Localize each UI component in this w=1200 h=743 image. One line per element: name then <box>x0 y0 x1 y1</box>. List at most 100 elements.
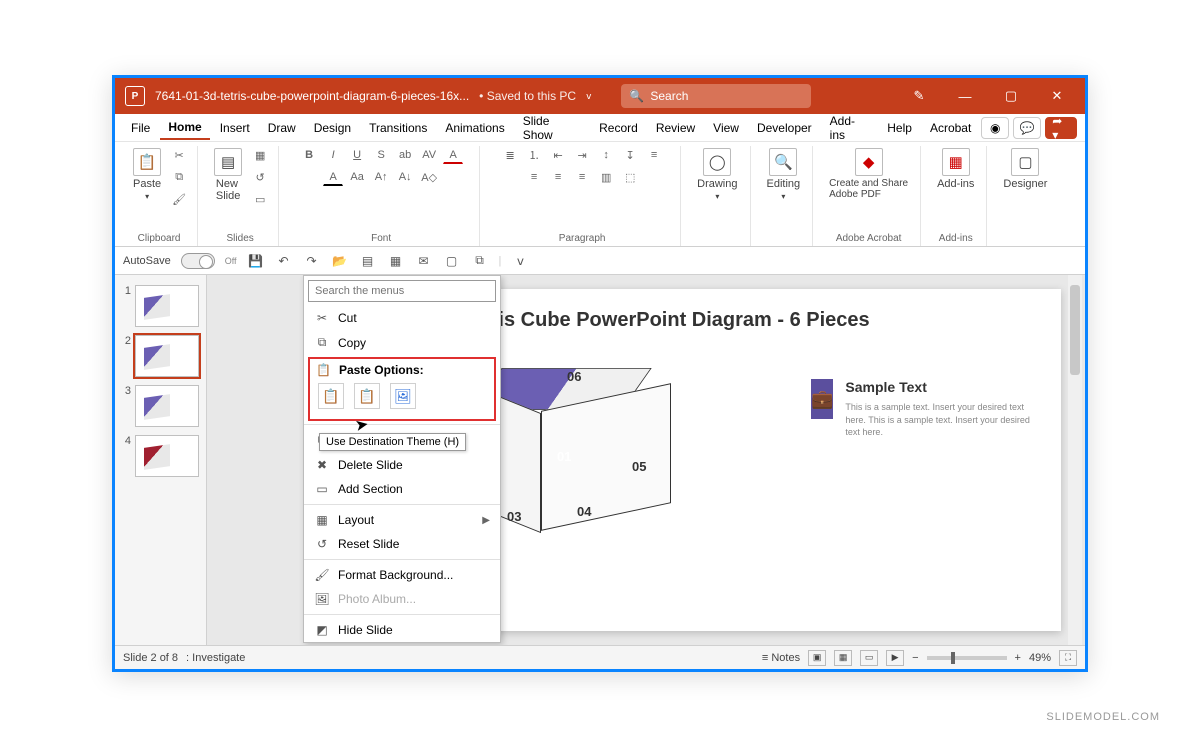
tab-record[interactable]: Record <box>591 117 646 139</box>
search-box[interactable]: 🔍 <box>621 84 811 108</box>
align-center-button[interactable]: ≡ <box>524 168 544 186</box>
slideshow-view-button[interactable]: ▶ <box>886 650 904 666</box>
tab-file[interactable]: File <box>123 117 158 139</box>
mail-icon[interactable]: ✉ <box>415 252 433 270</box>
zoom-in-button[interactable]: + <box>1015 652 1021 664</box>
thumbnail-1[interactable]: 1 <box>115 281 206 331</box>
tab-view[interactable]: View <box>705 117 747 139</box>
numbering-button[interactable]: ⒈ <box>524 146 544 164</box>
paste-button[interactable]: 📋Paste▾ <box>129 146 165 208</box>
columns-button[interactable]: ▥ <box>596 168 616 186</box>
new-slide-button[interactable]: ▤New Slide <box>210 146 246 208</box>
drawing-button[interactable]: ◯Drawing▾ <box>693 146 741 203</box>
thumbnail-4[interactable]: 4 <box>115 431 206 481</box>
slide-thumb-icon[interactable]: ▤ <box>359 252 377 270</box>
layout-icon-qat[interactable]: ▢ <box>443 252 461 270</box>
maximize-button[interactable]: ▢ <box>993 78 1029 114</box>
underline-button[interactable]: U <box>347 146 367 164</box>
align-left-button[interactable]: ≡ <box>644 146 664 164</box>
strike-button[interactable]: S <box>371 146 391 164</box>
section-icon[interactable]: ▭ <box>250 190 270 208</box>
indent-inc-button[interactable]: ⇥ <box>572 146 592 164</box>
accessibility-status[interactable]: : Investigate <box>186 652 245 664</box>
paste-keep-source-formatting[interactable]: 📋 <box>354 383 380 409</box>
redo-icon[interactable]: ↷ <box>303 252 321 270</box>
zoom-level[interactable]: 49% <box>1029 652 1051 664</box>
shrink-font-button[interactable]: A↓ <box>395 168 415 186</box>
copy-icon[interactable]: ⧉ <box>169 168 189 186</box>
adobe-pdf-button[interactable]: ◆Create and Share Adobe PDF <box>825 146 912 202</box>
format-painter-icon[interactable]: 🖌 <box>169 190 189 208</box>
addins-button[interactable]: ▦Add-ins <box>933 146 978 192</box>
slide-canvas[interactable]: 3D Tetris Cube PowerPoint Diagram - 6 Pi… <box>207 275 1085 645</box>
tab-review[interactable]: Review <box>648 117 703 139</box>
tab-addins[interactable]: Add-ins <box>822 110 878 146</box>
smartart-button[interactable]: ⬚ <box>620 168 640 186</box>
indent-dec-button[interactable]: ⇤ <box>548 146 568 164</box>
slide-counter[interactable]: Slide 2 of 8 <box>123 652 178 664</box>
tab-help[interactable]: Help <box>879 117 920 139</box>
editing-button[interactable]: 🔍Editing▾ <box>763 146 805 203</box>
line-spacing-button[interactable]: ↕ <box>596 146 616 164</box>
zoom-out-button[interactable]: − <box>912 652 918 664</box>
menu-add-section[interactable]: ▭Add Section <box>304 477 500 501</box>
pen-icon[interactable]: ✎ <box>901 78 937 114</box>
font-color-button[interactable]: A <box>443 146 463 164</box>
highlight-button[interactable]: A <box>323 168 343 186</box>
search-input[interactable] <box>650 89 803 103</box>
menu-cut[interactable]: ✂Cut <box>304 306 500 330</box>
case-button[interactable]: Aa <box>347 168 367 186</box>
scrollbar-thumb[interactable] <box>1070 285 1080 375</box>
tab-acrobat[interactable]: Acrobat <box>922 117 979 139</box>
clear-format-button[interactable]: A◇ <box>419 168 439 186</box>
tab-design[interactable]: Design <box>306 117 359 139</box>
notes-button[interactable]: ≡ Notes <box>762 652 800 664</box>
paste-picture[interactable]: 🖼 <box>390 383 416 409</box>
vertical-scrollbar[interactable] <box>1068 275 1082 645</box>
thumbnail-2[interactable]: 2 <box>115 331 206 381</box>
tab-home[interactable]: Home <box>160 116 209 140</box>
minimize-button[interactable]: — <box>947 78 983 114</box>
tab-slideshow[interactable]: Slide Show <box>515 110 589 146</box>
share-button[interactable]: ➦ ▾ <box>1045 117 1077 139</box>
reading-view-button[interactable]: ▭ <box>860 650 878 666</box>
bold-button[interactable]: B <box>299 146 319 164</box>
sorter-icon[interactable]: ▦ <box>387 252 405 270</box>
reset-icon[interactable]: ↺ <box>250 168 270 186</box>
close-button[interactable]: ✕ <box>1039 78 1075 114</box>
shadow-button[interactable]: ab <box>395 146 415 164</box>
tab-transitions[interactable]: Transitions <box>361 117 435 139</box>
autosave-toggle[interactable] <box>181 253 215 269</box>
fit-to-window-button[interactable]: ⛶ <box>1059 650 1077 666</box>
layout-icon[interactable]: ▦ <box>250 146 270 164</box>
designer-button[interactable]: ▢Designer <box>999 146 1051 192</box>
bullets-button[interactable]: ≣ <box>500 146 520 164</box>
tab-animations[interactable]: Animations <box>437 117 512 139</box>
spacing-button[interactable]: AV <box>419 146 439 164</box>
menu-search-input[interactable] <box>308 280 496 302</box>
tab-draw[interactable]: Draw <box>260 117 304 139</box>
grow-font-button[interactable]: A↑ <box>371 168 391 186</box>
italic-button[interactable]: I <box>323 146 343 164</box>
menu-reset-slide[interactable]: ↺Reset Slide <box>304 532 500 556</box>
sorter-view-button[interactable]: ▦ <box>834 650 852 666</box>
open-icon[interactable]: 📂 <box>331 252 349 270</box>
zoom-slider[interactable] <box>927 656 1007 660</box>
normal-view-button[interactable]: ▣ <box>808 650 826 666</box>
text-direction-button[interactable]: ↧ <box>620 146 640 164</box>
tab-developer[interactable]: Developer <box>749 117 820 139</box>
undo-icon[interactable]: ↶ <box>275 252 293 270</box>
chevron-down-icon[interactable]: ⅴ <box>511 252 529 270</box>
save-icon[interactable]: 💾 <box>247 252 265 270</box>
tab-insert[interactable]: Insert <box>212 117 258 139</box>
menu-copy[interactable]: ⧉Copy <box>304 330 500 355</box>
thumbnail-3[interactable]: 3 <box>115 381 206 431</box>
menu-format-background[interactable]: 🖌Format Background... <box>304 563 500 587</box>
saved-dropdown-icon[interactable]: ⅴ <box>586 91 591 102</box>
justify-button[interactable]: ≡ <box>572 168 592 186</box>
paste-use-destination-theme[interactable]: 📋 <box>318 383 344 409</box>
more-icon[interactable]: ⧉ <box>471 252 489 270</box>
align-right-button[interactable]: ≡ <box>548 168 568 186</box>
menu-layout[interactable]: ▦Layout▶ <box>304 508 500 532</box>
cut-icon[interactable]: ✂ <box>169 146 189 164</box>
